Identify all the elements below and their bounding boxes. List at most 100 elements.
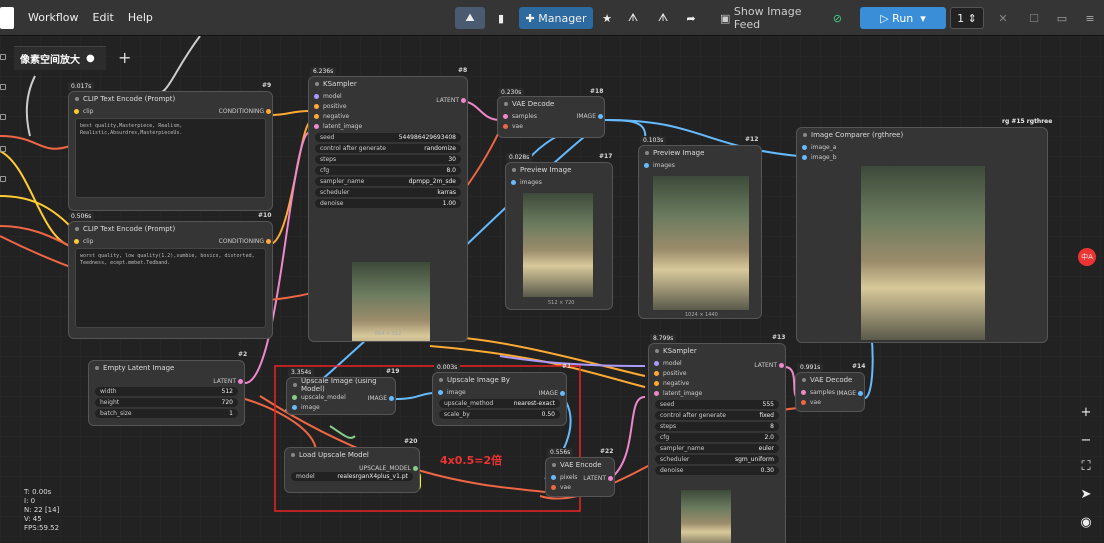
workflow-tab[interactable]: 像素空间放大 ● — [14, 46, 106, 70]
widget-height[interactable]: height 720 — [95, 398, 238, 407]
square-icon[interactable]: ☐ — [1026, 7, 1042, 29]
input-image-b[interactable]: image_b — [797, 152, 1047, 162]
output-upscale-model[interactable]: UPSCALE_MODEL — [359, 465, 418, 472]
widget-value: 0.30 — [760, 467, 774, 474]
node-time: 0.003s — [434, 363, 461, 372]
model-icon-2[interactable]: ᗑ — [654, 7, 672, 29]
input-positive[interactable]: positive — [309, 101, 467, 111]
prompt-textarea[interactable]: best quality,Masterpiece, Realism, Reali… — [75, 118, 266, 198]
model-icon-1[interactable]: ᗑ — [624, 7, 642, 29]
widget-batch-size[interactable]: batch_size 1 — [95, 409, 238, 418]
star-icon[interactable]: ★ — [598, 7, 616, 29]
clip-text-encode-negative[interactable]: CLIP Text Encode (Prompt) clip CONDITION… — [68, 221, 273, 339]
widget-denoise[interactable]: denoise 0.30 — [655, 466, 779, 475]
widget-seed[interactable]: seed 544986429693408 — [315, 133, 461, 142]
clip-text-encode-positive[interactable]: CLIP Text Encode (Prompt) clip CONDITION… — [68, 91, 273, 211]
widget-control[interactable]: control after generate randomize — [315, 144, 461, 153]
input-images[interactable]: images — [506, 177, 612, 187]
widget-cfg[interactable]: cfg 2.0 — [655, 433, 779, 442]
preview-image-1[interactable]: Preview Image images 512 × 720 — [505, 162, 613, 310]
widget-sampler[interactable]: sampler_name dpmpp_2m_sde — [315, 177, 461, 186]
share-icon[interactable]: ➦ — [682, 7, 700, 29]
input-image[interactable]: image — [287, 402, 395, 412]
manager-button[interactable]: ✚ Manager — [519, 7, 593, 29]
sidebar-icon-4[interactable] — [0, 146, 6, 152]
sidebar-icon-3[interactable] — [0, 114, 6, 120]
compare-image[interactable] — [861, 166, 985, 340]
zoom-in-icon[interactable]: + — [1076, 402, 1096, 422]
comfy-logo[interactable] — [0, 6, 14, 29]
panel-icon[interactable]: ▭ — [1054, 7, 1070, 29]
eye-icon[interactable]: ◉ — [1076, 512, 1096, 532]
fit-view-icon[interactable]: ⛶ — [1076, 456, 1096, 476]
widget-model[interactable]: model realesrganX4plus_v1.pt — [291, 472, 413, 481]
sidebar-icon-2[interactable] — [0, 84, 6, 90]
run-button[interactable]: ▷ Run ▾ — [860, 7, 946, 29]
input-negative[interactable]: negative — [649, 378, 785, 388]
new-tab-button[interactable]: + — [118, 48, 131, 67]
widget-sampler[interactable]: sampler_name euler — [655, 444, 779, 453]
widget-seed[interactable]: seed 555 — [655, 400, 779, 409]
batch-count-input[interactable]: 1 ⇕ — [950, 7, 984, 29]
hamburger-icon[interactable]: ≡ — [1082, 7, 1098, 29]
menu-help[interactable]: Help — [128, 11, 153, 24]
vae-decode-2[interactable]: VAE Decode IMAGE samples vae — [795, 372, 865, 412]
input-image[interactable]: image — [433, 387, 566, 397]
widget-label: scheduler — [320, 189, 350, 196]
widget-scheduler[interactable]: scheduler sgm_uniform — [655, 455, 779, 464]
input-vae[interactable]: vae — [498, 121, 604, 131]
widget-cfg[interactable]: cfg 8.0 — [315, 166, 461, 175]
widget-steps[interactable]: steps 8 — [655, 422, 779, 431]
preview-image — [681, 490, 731, 543]
sidebar-icon-1[interactable] — [0, 54, 6, 60]
feed-icon: ⊘ — [832, 11, 842, 25]
input-samples[interactable]: samples — [796, 387, 864, 397]
widget-control[interactable]: control after generate fixed — [655, 411, 779, 420]
input-images[interactable]: images — [639, 160, 761, 170]
zoom-out-icon[interactable]: − — [1076, 430, 1096, 450]
bookmark-icon[interactable]: ▮ — [490, 7, 512, 29]
output-conditioning[interactable]: CONDITIONING — [219, 108, 272, 115]
widget-upscale-method[interactable]: upscale_method nearest-exact — [439, 399, 560, 408]
user-avatar[interactable]: 中A — [1078, 248, 1096, 266]
graph-canvas[interactable]: 0.017s #9 CLIP Text Encode (Prompt) clip… — [0, 36, 1104, 543]
input-latent-image[interactable]: latent_image — [309, 121, 467, 131]
sidebar-icon-5[interactable] — [0, 176, 6, 182]
output-conditioning[interactable]: CONDITIONING — [219, 238, 272, 245]
input-upscale-model[interactable]: upscale_model — [287, 392, 395, 402]
input-latent-image[interactable]: latent_image — [649, 388, 785, 398]
input-image-a[interactable]: image_a — [797, 142, 1047, 152]
show-image-feed-button[interactable]: ▣ Show Image Feed ⊘ — [720, 5, 842, 31]
vae-decode-1[interactable]: VAE Decode IMAGE samples vae — [497, 96, 605, 138]
widget-denoise[interactable]: denoise 1.00 — [315, 199, 461, 208]
widget-scale-by[interactable]: scale_by 0.50 — [439, 410, 560, 419]
close-icon[interactable]: ✕ — [995, 7, 1011, 29]
ksampler-2[interactable]: KSampler LATENT model positive negative … — [648, 343, 786, 543]
menu-edit[interactable]: Edit — [93, 11, 114, 24]
widget-width[interactable]: width 512 — [95, 387, 238, 396]
input-negative[interactable]: negative — [309, 111, 467, 121]
image-comparer[interactable]: Image Comparer (rgthree) image_a image_b — [796, 127, 1048, 343]
input-model[interactable]: model — [309, 91, 467, 101]
prompt-textarea[interactable]: worst quality, low quality(1.2),sumbie, … — [75, 248, 266, 328]
ksampler-1[interactable]: KSampler LATENT model positive negative … — [308, 76, 468, 342]
empty-latent-image[interactable]: Empty Latent Image LATENT width 512 heigh… — [88, 360, 245, 426]
widget-steps[interactable]: steps 30 — [315, 155, 461, 164]
input-vae[interactable]: vae — [796, 397, 864, 407]
upscale-image-by[interactable]: Upscale Image By IMAGE image upscale_met… — [432, 372, 567, 426]
input-vae[interactable]: vae — [546, 482, 614, 492]
output-latent[interactable]: LATENT — [213, 378, 243, 385]
widget-scheduler[interactable]: scheduler karras — [315, 188, 461, 197]
input-positive[interactable]: positive — [649, 368, 785, 378]
upscale-image-using-model[interactable]: Upscale Image (using Model) IMAGE upscal… — [286, 377, 396, 415]
input-model[interactable]: model — [649, 358, 785, 368]
menu-workflow[interactable]: Workflow — [28, 11, 79, 24]
input-samples[interactable]: samples — [498, 111, 604, 121]
pointer-icon[interactable]: ➤ — [1076, 484, 1096, 504]
input-pixels[interactable]: pixels — [546, 472, 614, 482]
node-time: 6.236s — [310, 67, 337, 76]
load-upscale-model[interactable]: Load Upscale Model UPSCALE_MODEL model re… — [284, 447, 420, 493]
queue-icon[interactable]: ⛰ — [455, 7, 485, 29]
vae-encode[interactable]: VAE Encode LATENT pixels vae — [545, 457, 615, 497]
preview-image-2[interactable]: Preview Image images 1024 × 1440 — [638, 145, 762, 319]
